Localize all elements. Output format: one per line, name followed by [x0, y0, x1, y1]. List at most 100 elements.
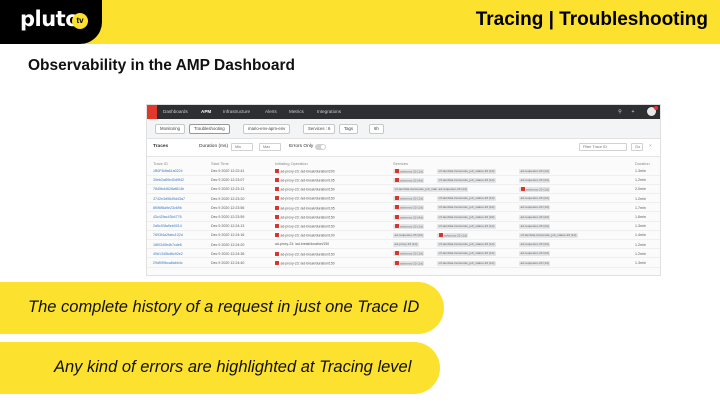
- trace-id-link[interactable]: 8f0f6f8a9e23c69b: [153, 206, 182, 210]
- service-label: vrf-lambda-transcode_job_status-23 (1d): [438, 205, 495, 210]
- error-indicator-icon: [275, 205, 279, 210]
- slide: pluto tv Tracing | Troubleshooting Obser…: [0, 0, 720, 405]
- trace-id-link[interactable]: 7693f4a2fabc102d: [153, 233, 183, 237]
- service-label: ad-requester-23 (2d): [520, 177, 549, 182]
- duration-value: 1.7min: [635, 205, 646, 210]
- duration-value: 1.2min: [635, 242, 646, 247]
- initiating-operation: ad-proxy-23: /ad-break/duration/105: [275, 205, 335, 210]
- table-row[interactable]: 39eb2a89e40d9f42 Dec 9 2020 12:23:07 ad-pr…: [147, 176, 660, 185]
- trace-id-link[interactable]: 7845bd4628af814b: [153, 187, 184, 191]
- error-indicator-icon: [275, 251, 279, 256]
- nav-metrics[interactable]: Metrics: [289, 109, 304, 114]
- duration-min-input[interactable]: Min: [231, 143, 253, 151]
- trace-id-link[interactable]: 40b1345bd6c92e2: [153, 252, 183, 256]
- error-indicator-icon: [394, 214, 399, 219]
- table-row[interactable]: 2a5c93fa9eb0014 Dec 9 2020 12:24:13 ad-pro…: [147, 222, 660, 231]
- go-button[interactable]: Go: [631, 143, 643, 151]
- initiating-operation: ad-proxy-23: /ad-break/duration/150: [275, 260, 335, 265]
- error-indicator-icon: [394, 205, 399, 210]
- service-tag: ad-requester-23 (1d): [437, 186, 469, 192]
- error-indicator-icon: [394, 251, 399, 256]
- trace-id-link[interactable]: 2a5c93fa9eb0014: [153, 224, 182, 228]
- error-indicator-icon: [275, 196, 279, 201]
- service-tag: ad-proxy-23 (1d): [393, 223, 425, 229]
- traces-title: Traces: [153, 144, 169, 149]
- service-tag: ad-requester-23 (2d): [519, 242, 551, 248]
- initiating-operation: ad-proxy-23: /ad-break/duration/200: [275, 168, 335, 173]
- service-tag: ad-proxy-23 (1d): [437, 232, 469, 238]
- dashboard-filter-bar: Monitoring Troubleshooting mario-env-apm…: [147, 119, 660, 139]
- service-label: ad-proxy-23 (1d): [400, 261, 423, 266]
- error-indicator-icon: [394, 196, 399, 201]
- operation-label: ad-proxy-23: /ad-break/duration/105: [280, 178, 335, 183]
- duration-value: 1.2min: [635, 178, 646, 183]
- service-label: ad-requester-23 (1d): [520, 205, 549, 210]
- search-icon[interactable]: ⚲: [617, 109, 623, 115]
- table-row[interactable]: 43c42fac43b4776 Dec 9 2020 12:23:59 ad-pro…: [147, 213, 660, 222]
- service-tag: ad-requester-23 (2d): [519, 251, 551, 257]
- duration-max-input[interactable]: Max: [259, 143, 281, 151]
- start-time: Dec 9 2020 12:23:20: [211, 196, 245, 201]
- table-row[interactable]: 40b1345bd6c92e2 Dec 9 2020 12:24:36 ad-pro…: [147, 250, 660, 259]
- service-tag: vrf-lambda-transcode_job_status-23 (1d): [437, 223, 496, 229]
- service-label: ad-proxy-23 (1d): [400, 224, 423, 229]
- table-row[interactable]: 1B0F6dfa61a0224 Dec 9 2020 12:22:41 ad-pro…: [147, 167, 660, 176]
- duration-value: 1.2min: [635, 196, 646, 201]
- table-row[interactable]: 18f0340b4b7cde6 Dec 9 2020 12:24:20 ad-pro…: [147, 241, 660, 250]
- tab-monitoring[interactable]: Monitoring: [155, 124, 186, 134]
- table-row[interactable]: 3742e3d9649d43a7 Dec 9 2020 12:23:20 ad-pr…: [147, 195, 660, 204]
- col-services: Services: [393, 161, 408, 166]
- duration-value: 1.4min: [635, 233, 646, 238]
- service-label: vrf-lambda-transcode_job_status-23 (2d): [438, 214, 495, 219]
- errors-only-label: Errors Only: [289, 144, 314, 149]
- services-select[interactable]: Services : 6: [303, 124, 336, 134]
- service-label: ad-proxy-23 (1d): [444, 233, 467, 238]
- trace-id-link[interactable]: 29df0f9bca8abb4c: [153, 261, 183, 265]
- tab-troubleshooting[interactable]: Troubleshooting: [189, 124, 230, 134]
- duration-label: Duration (ms): [199, 144, 229, 149]
- trace-id-link[interactable]: 39eb2a89e40d9f42: [153, 178, 184, 182]
- notifications-icon[interactable]: [647, 106, 658, 116]
- errors-only-toggle[interactable]: [315, 144, 326, 150]
- service-label: vrf-lambda-transcode_job_status-23 (1d): [438, 242, 495, 247]
- service-label: ad-requester-23 (2d): [520, 242, 549, 247]
- callout-banner-errors: Any kind of errors are highlighted at Tr…: [0, 342, 440, 394]
- service-label: vrf-lambda-transcode_job_status-23 (1d): [438, 177, 495, 182]
- service-label: ad-requester-23 (2d): [520, 223, 549, 228]
- add-icon[interactable]: +: [630, 109, 636, 115]
- operation-label: ad-proxy-23: /ad-break/duration/150: [280, 252, 335, 257]
- col-start-time: Start Time: [211, 161, 229, 166]
- service-label: ad-requester-23 (1d): [438, 186, 467, 191]
- trace-id-filter-input[interactable]: Filter Trace ID: [579, 143, 627, 151]
- service-label: vrf-lambda-transcode_job_status-23 (1d): [438, 251, 495, 256]
- trace-id-link[interactable]: 1B0F6dfa61a0224: [153, 169, 183, 173]
- table-row[interactable]: 7845bd4628af814b Dec 9 2020 12:23:13 ad-pr…: [147, 185, 660, 194]
- trace-id-link[interactable]: 43c42fac43b4776: [153, 215, 182, 219]
- table-row[interactable]: 29df0f9bca8abb4c Dec 9 2020 12:24:40 ad-pr…: [147, 259, 660, 268]
- nav-apm[interactable]: APM: [201, 109, 211, 114]
- col-duration: Duration: [635, 161, 650, 166]
- nav-infrastructure[interactable]: Infrastructure: [223, 109, 250, 114]
- tags-filter[interactable]: Tags: [339, 124, 359, 134]
- close-icon[interactable]: ×: [649, 144, 652, 149]
- service-label: ad-proxy-23 (1d): [400, 196, 423, 201]
- service-tag: vrf-lambda-transcode_job_status-23 (1d): [519, 232, 578, 238]
- callout-text: Any kind of errors are highlighted at Tr…: [54, 358, 412, 376]
- table-row[interactable]: 7693f4a2fabc102d Dec 9 2020 12:24:16 ad-pr…: [147, 231, 660, 240]
- nav-dashboards[interactable]: Dashboards: [163, 109, 188, 114]
- time-range-select[interactable]: 6h: [369, 124, 384, 134]
- operation-label: ad-proxy-23: /ad-break/duration/150: [280, 215, 335, 220]
- service-select[interactable]: mario-env-apm-env: [243, 124, 291, 134]
- trace-id-link[interactable]: 18f0340b4b7cde6: [153, 243, 182, 247]
- initiating-operation: ad-proxy-23: /ad-break/duration/150: [275, 223, 335, 228]
- trace-id-link[interactable]: 3742e3d9649d43a7: [153, 197, 185, 201]
- service-label: ad-requester-23 (1d): [520, 260, 549, 265]
- nav-integrations[interactable]: Integrations: [317, 109, 341, 114]
- logo-wordmark: pluto: [20, 7, 80, 31]
- service-tag: vrf-lambda-transcode_job_status-23 (1d): [437, 260, 496, 266]
- table-row[interactable]: 8f0f6f8a9e23c69b Dec 9 2020 12:23:56 ad-pr…: [147, 204, 660, 213]
- nav-alerts[interactable]: Alerts: [265, 109, 277, 114]
- logo-tv-badge: tv: [72, 13, 88, 29]
- service-tag: ad-requester-23 (2d): [519, 214, 551, 220]
- service-tag: ad-proxy-23 (1d): [393, 242, 419, 248]
